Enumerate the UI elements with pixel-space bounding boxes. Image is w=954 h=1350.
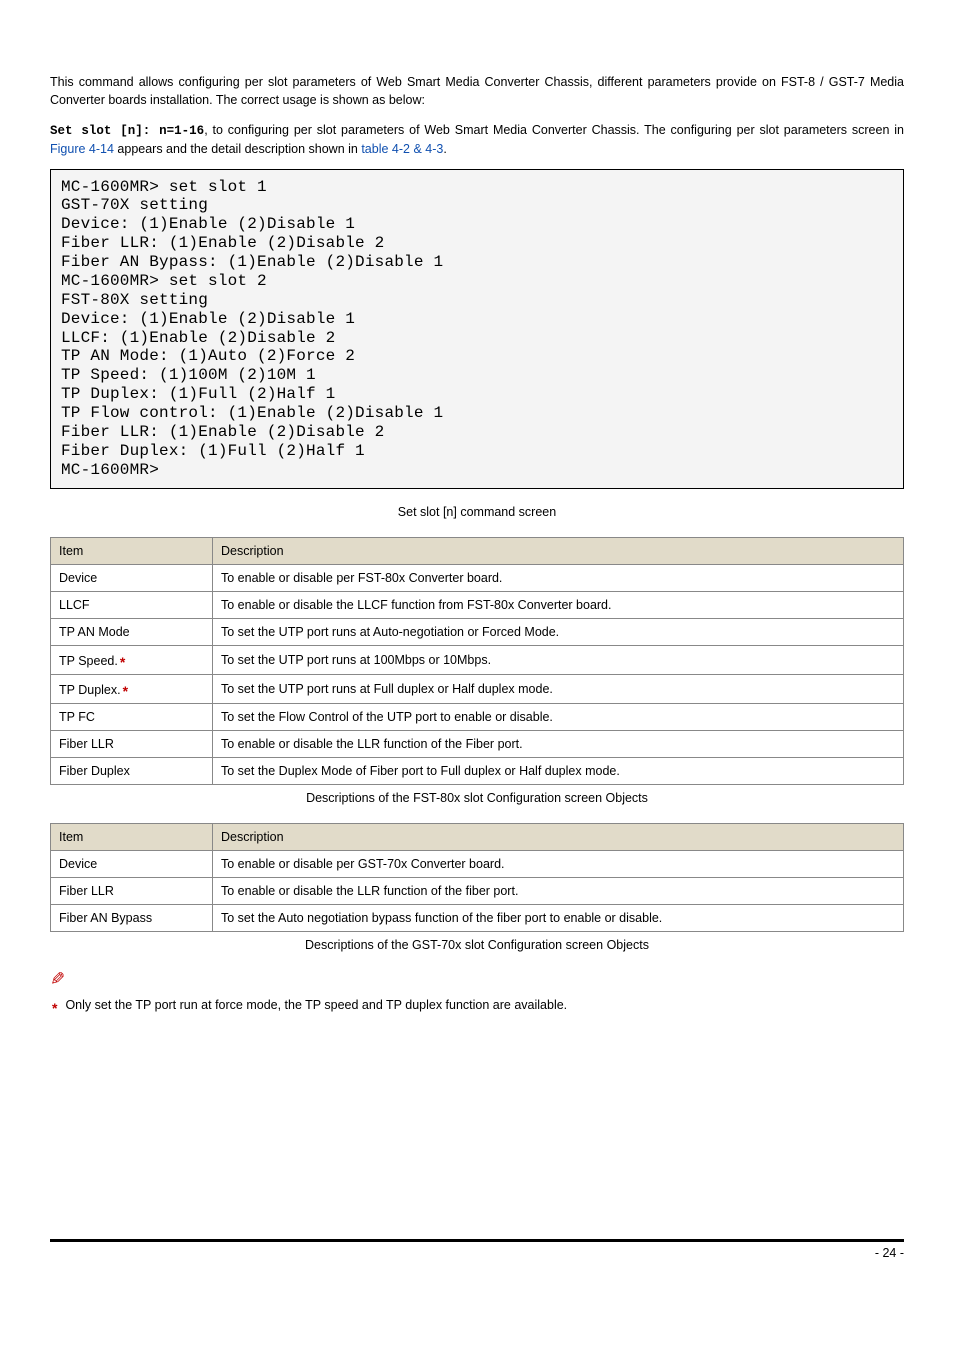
table-header-row: Item Description (51, 537, 904, 564)
cell-description: To enable or disable the LLR function of… (213, 730, 904, 757)
table-row: TP Speed.*To set the UTP port runs at 10… (51, 645, 904, 674)
page-footer: - 24 - (50, 1239, 904, 1260)
table-row: Fiber AN BypassTo set the Auto negotiati… (51, 904, 904, 931)
table-row: TP Duplex.*To set the UTP port runs at F… (51, 674, 904, 703)
cell-item: LLCF (51, 591, 213, 618)
cell-description: To set the UTP port runs at Auto-negotia… (213, 618, 904, 645)
cell-description: To enable or disable per GST-70x Convert… (213, 850, 904, 877)
table-row: Device To enable or disable per FST-80x C… (51, 564, 904, 591)
table-row: LLCF To enable or disable the LLCF functi… (51, 591, 904, 618)
cell-description: To enable or disable per FST-80x Convert… (213, 564, 904, 591)
table-header-row: Item Description (51, 823, 904, 850)
command-text: Set slot [n]: n=1-16 (50, 124, 204, 138)
table-row: Fiber LLRTo enable or disable the LLR fu… (51, 877, 904, 904)
intro-text: , to configuring per slot parameters of … (204, 123, 904, 137)
header-description: Description (213, 537, 904, 564)
page: This command allows configuring per slot… (0, 0, 954, 1290)
cell-item: Device (51, 850, 213, 877)
item-label: TP AN Mode (59, 625, 130, 639)
note-icon-row: ✎ (50, 970, 904, 988)
cell-item: TP Speed.* (51, 645, 213, 674)
terminal-output: MC-1600MR> set slot 1 GST-70X setting De… (50, 169, 904, 489)
footnote-row: * Only set the TP port run at force mode… (50, 998, 904, 1014)
cell-description: To set the Auto negotiation bypass funct… (213, 904, 904, 931)
cell-description: To set the Flow Control of the UTP port … (213, 703, 904, 730)
page-number: - 24 - (875, 1246, 904, 1260)
cell-item: TP FC (51, 703, 213, 730)
cell-item: Fiber Duplex (51, 757, 213, 784)
intro-text: appears and the detail description shown… (114, 142, 361, 156)
item-label: TP FC (59, 710, 95, 724)
star-icon: * (52, 1000, 57, 1016)
cell-item: Device (51, 564, 213, 591)
table1-caption: Descriptions of the FST-80x slot Configu… (50, 791, 904, 805)
star-icon: * (123, 683, 128, 699)
star-icon: * (120, 654, 125, 670)
item-label: Fiber LLR (59, 737, 114, 751)
item-label: Fiber Duplex (59, 764, 130, 778)
table-reference: table 4-2 & 4-3 (361, 142, 443, 156)
header-description: Description (213, 823, 904, 850)
item-label: TP Duplex. (59, 683, 121, 697)
item-label: LLCF (59, 598, 90, 612)
table-row: TP FC To set the Flow Control of the UTP … (51, 703, 904, 730)
cell-item: Fiber LLR (51, 730, 213, 757)
table-row: TP AN Mode To set the UTP port runs at Au… (51, 618, 904, 645)
table-row: Fiber LLR To enable or disable the LLR fu… (51, 730, 904, 757)
cell-description: To set the Duplex Mode of Fiber port to … (213, 757, 904, 784)
footnote-text: Only set the TP port run at force mode, … (65, 998, 567, 1012)
cell-description: To enable or disable the LLR function of… (213, 877, 904, 904)
table-gst70x: Item Description DeviceTo enable or disa… (50, 823, 904, 932)
table-row: DeviceTo enable or disable per GST-70x C… (51, 850, 904, 877)
header-item: Item (51, 537, 213, 564)
item-label: TP Speed. (59, 654, 118, 668)
figure-caption: Set slot [n] command screen (50, 505, 904, 519)
pencil-icon: ✎ (50, 970, 65, 988)
intro-paragraph-1: This command allows configuring per slot… (50, 73, 904, 109)
table2-caption: Descriptions of the GST-70x slot Configu… (50, 938, 904, 952)
cell-item: TP Duplex.* (51, 674, 213, 703)
table-fst80x: Item Description Device To enable or disa… (50, 537, 904, 785)
cell-item: Fiber LLR (51, 877, 213, 904)
figure-reference: Figure 4-14 (50, 142, 114, 156)
intro-paragraph-2: Set slot [n]: n=1-16, to configuring per… (50, 121, 904, 158)
item-label: Device (59, 571, 97, 585)
cell-description: To enable or disable the LLCF function f… (213, 591, 904, 618)
cell-description: To set the UTP port runs at 100Mbps or 1… (213, 645, 904, 674)
header-item: Item (51, 823, 213, 850)
cell-item: Fiber AN Bypass (51, 904, 213, 931)
table-row: Fiber Duplex To set the Duplex Mode of Fi… (51, 757, 904, 784)
cell-item: TP AN Mode (51, 618, 213, 645)
intro-text: . (443, 142, 446, 156)
cell-description: To set the UTP port runs at Full duplex … (213, 674, 904, 703)
